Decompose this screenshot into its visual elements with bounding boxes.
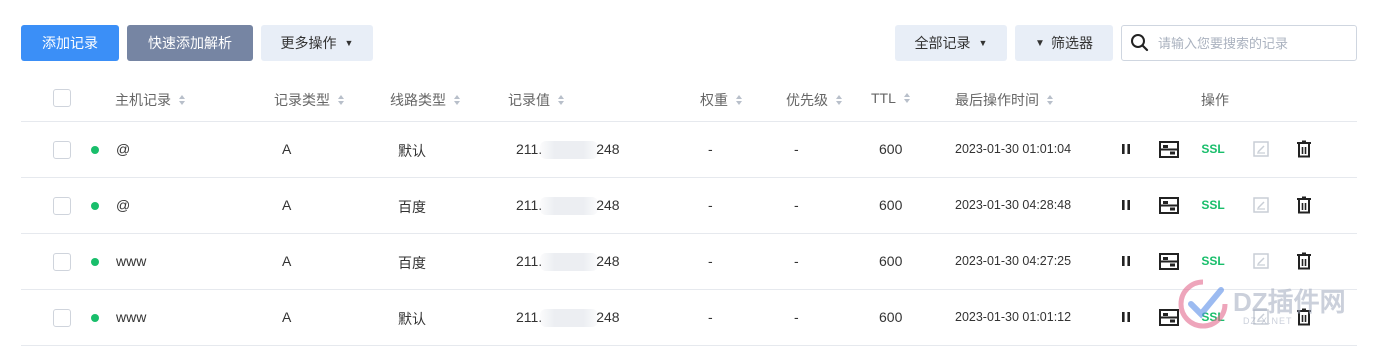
sort-icon bbox=[338, 95, 344, 105]
line-cell: 默认 bbox=[398, 311, 426, 327]
priority-cell: - bbox=[794, 197, 799, 213]
host-cell: www bbox=[116, 253, 147, 269]
sort-icon bbox=[179, 95, 185, 105]
masked-ip bbox=[540, 309, 599, 328]
funnel-icon: ▼ bbox=[1035, 37, 1045, 49]
type-cell: A bbox=[282, 197, 292, 213]
ttl-cell: 600 bbox=[879, 197, 903, 213]
header-line[interactable]: 线路类型 bbox=[390, 90, 460, 110]
type-cell: A bbox=[282, 141, 292, 157]
trash-icon[interactable] bbox=[1295, 139, 1313, 159]
row-checkbox[interactable] bbox=[53, 197, 71, 215]
more-actions-dropdown[interactable]: 更多操作 ▼ bbox=[261, 25, 373, 61]
status-dot bbox=[91, 314, 99, 322]
value-cell: 211. 248 bbox=[516, 141, 620, 160]
header-actions: 操作 bbox=[1201, 92, 1229, 108]
sort-icon bbox=[903, 93, 910, 103]
time-cell: 2023-01-30 01:01:04 bbox=[955, 142, 1072, 156]
ssl-button[interactable]: SSL bbox=[1200, 195, 1226, 215]
header-ttl[interactable]: TTL bbox=[871, 90, 910, 106]
ttl-cell: 600 bbox=[879, 309, 903, 325]
time-cell: 2023-01-30 04:27:25 bbox=[955, 254, 1072, 268]
filter-button[interactable]: ▼ 筛选器 bbox=[1015, 25, 1113, 61]
header-last-time[interactable]: 最后操作时间 bbox=[955, 90, 1053, 110]
pause-icon[interactable] bbox=[1116, 251, 1136, 271]
sort-icon bbox=[1047, 95, 1053, 105]
caret-down-icon: ▼ bbox=[978, 38, 988, 48]
search-input[interactable] bbox=[1158, 35, 1348, 51]
priority-cell: - bbox=[794, 141, 799, 157]
row-checkbox[interactable] bbox=[53, 309, 71, 327]
type-cell: A bbox=[282, 309, 292, 325]
value-cell: 211. 248 bbox=[516, 253, 620, 272]
ttl-cell: 600 bbox=[879, 141, 903, 157]
ttl-cell: 600 bbox=[879, 253, 903, 269]
time-cell: 2023-01-30 01:01:12 bbox=[955, 310, 1072, 324]
weight-cell: - bbox=[708, 309, 713, 325]
trash-icon[interactable] bbox=[1295, 251, 1313, 271]
pause-icon[interactable] bbox=[1116, 195, 1136, 215]
line-cell: 百度 bbox=[398, 255, 426, 271]
watermark: DZ插件网 DZ-X.NET bbox=[1175, 272, 1365, 332]
weight-cell: - bbox=[708, 197, 713, 213]
trash-icon[interactable] bbox=[1295, 195, 1313, 215]
pause-icon[interactable] bbox=[1116, 307, 1136, 327]
edit-icon[interactable] bbox=[1252, 251, 1270, 271]
pause-icon[interactable] bbox=[1116, 139, 1136, 159]
masked-ip bbox=[540, 253, 599, 272]
search-icon bbox=[1131, 34, 1149, 52]
select-all-checkbox[interactable] bbox=[53, 89, 71, 107]
edit-icon[interactable] bbox=[1252, 195, 1270, 215]
sort-icon bbox=[836, 95, 842, 105]
priority-cell: - bbox=[794, 253, 799, 269]
status-dot bbox=[91, 258, 99, 266]
status-dot bbox=[91, 202, 99, 210]
row-divider bbox=[21, 289, 1357, 290]
header-weight[interactable]: 权重 bbox=[700, 90, 742, 110]
all-records-dropdown[interactable]: 全部记录 ▼ bbox=[895, 25, 1007, 61]
status-dot bbox=[91, 146, 99, 154]
row-divider bbox=[21, 177, 1357, 178]
row-checkbox[interactable] bbox=[53, 253, 71, 271]
sort-icon bbox=[736, 95, 742, 105]
ssl-button[interactable]: SSL bbox=[1200, 139, 1226, 159]
load-balance-icon[interactable] bbox=[1158, 251, 1180, 271]
type-cell: A bbox=[282, 253, 292, 269]
masked-ip bbox=[540, 141, 599, 160]
host-cell: @ bbox=[116, 197, 131, 213]
header-host[interactable]: 主机记录 bbox=[115, 90, 185, 110]
value-cell: 211. 248 bbox=[516, 309, 620, 328]
header-type[interactable]: 记录类型 bbox=[274, 90, 344, 110]
value-cell: 211. 248 bbox=[516, 197, 620, 216]
sort-icon bbox=[454, 95, 460, 105]
host-cell: @ bbox=[116, 141, 131, 157]
watermark-logo-icon bbox=[1178, 279, 1228, 329]
caret-down-icon: ▼ bbox=[344, 38, 354, 48]
row-divider bbox=[21, 121, 1357, 122]
load-balance-icon[interactable] bbox=[1158, 139, 1180, 159]
line-cell: 默认 bbox=[398, 143, 426, 159]
masked-ip bbox=[540, 197, 599, 216]
row-checkbox[interactable] bbox=[53, 141, 71, 159]
search-box[interactable] bbox=[1121, 25, 1357, 61]
time-cell: 2023-01-30 04:28:48 bbox=[955, 198, 1072, 212]
header-value[interactable]: 记录值 bbox=[508, 90, 564, 110]
edit-icon[interactable] bbox=[1252, 139, 1270, 159]
sort-icon bbox=[558, 95, 564, 105]
header-priority[interactable]: 优先级 bbox=[786, 90, 842, 110]
ssl-button[interactable]: SSL bbox=[1200, 251, 1226, 271]
row-divider bbox=[21, 233, 1357, 234]
load-balance-icon[interactable] bbox=[1158, 195, 1180, 215]
weight-cell: - bbox=[708, 253, 713, 269]
weight-cell: - bbox=[708, 141, 713, 157]
quick-add-resolution-button[interactable]: 快速添加解析 bbox=[127, 25, 253, 61]
priority-cell: - bbox=[794, 309, 799, 325]
line-cell: 百度 bbox=[398, 199, 426, 215]
add-record-button[interactable]: 添加记录 bbox=[21, 25, 119, 61]
host-cell: www bbox=[116, 309, 147, 325]
